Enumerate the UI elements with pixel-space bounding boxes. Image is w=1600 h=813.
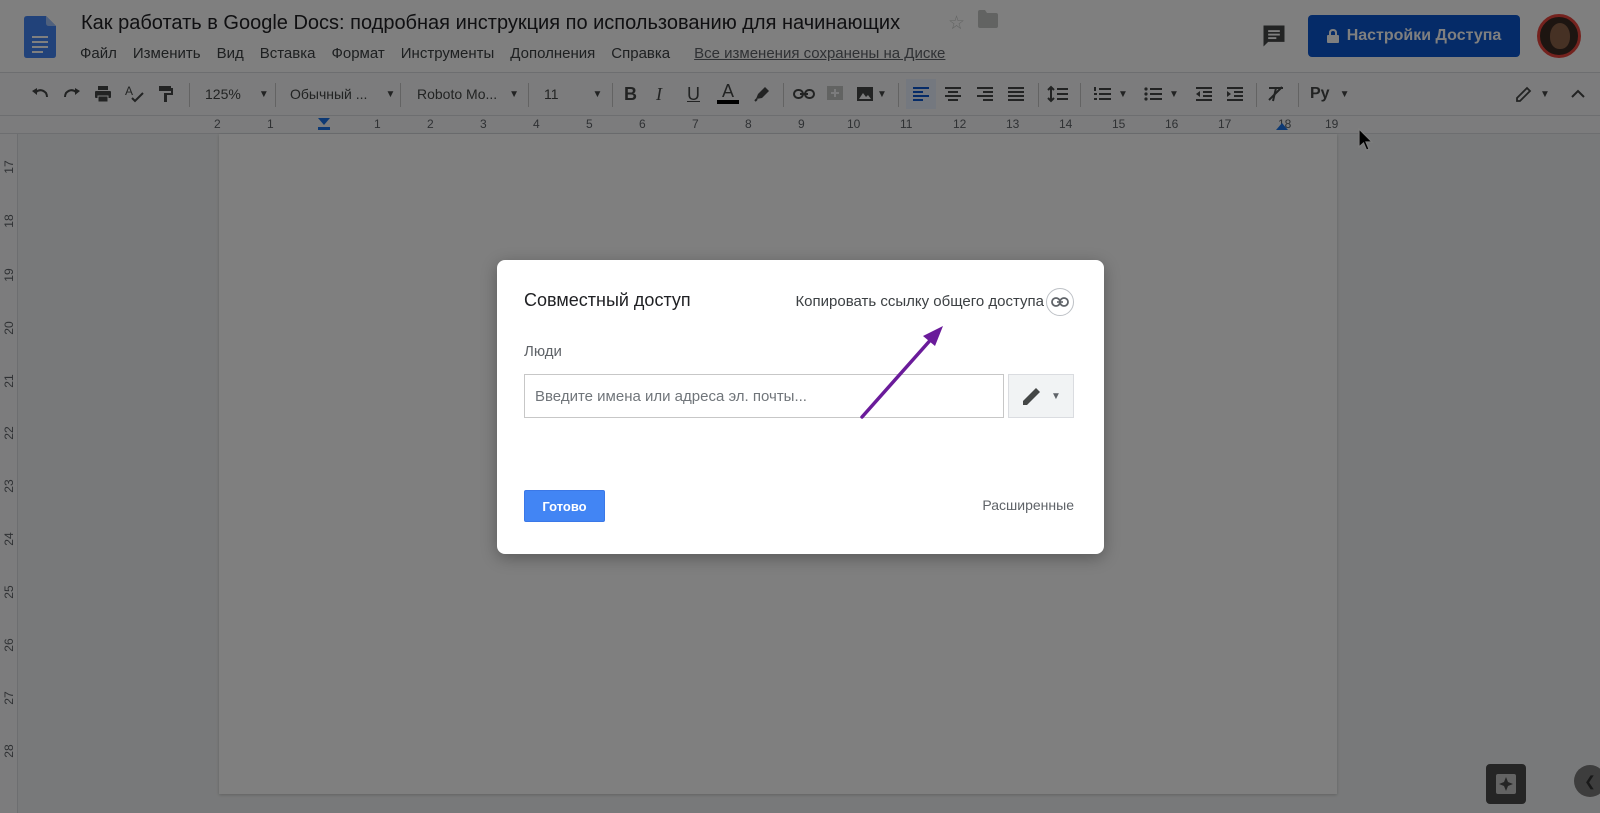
copy-link-icon-button[interactable] [1046,288,1074,316]
permission-dropdown[interactable]: ▼ [1008,374,1074,418]
advanced-link[interactable]: Расширенные [982,497,1074,513]
share-dialog: Совместный доступ Копировать ссылку обще… [497,260,1104,554]
people-label: Люди [524,343,562,360]
chevron-down-icon: ▼ [1051,390,1061,402]
link-icon [1051,297,1069,307]
pencil-icon [1023,386,1042,405]
people-input[interactable] [524,374,1004,418]
dialog-title: Совместный доступ [524,290,691,310]
done-button[interactable]: Готово [524,490,605,522]
copy-link-button[interactable]: Копировать ссылку общего доступа [795,293,1044,310]
